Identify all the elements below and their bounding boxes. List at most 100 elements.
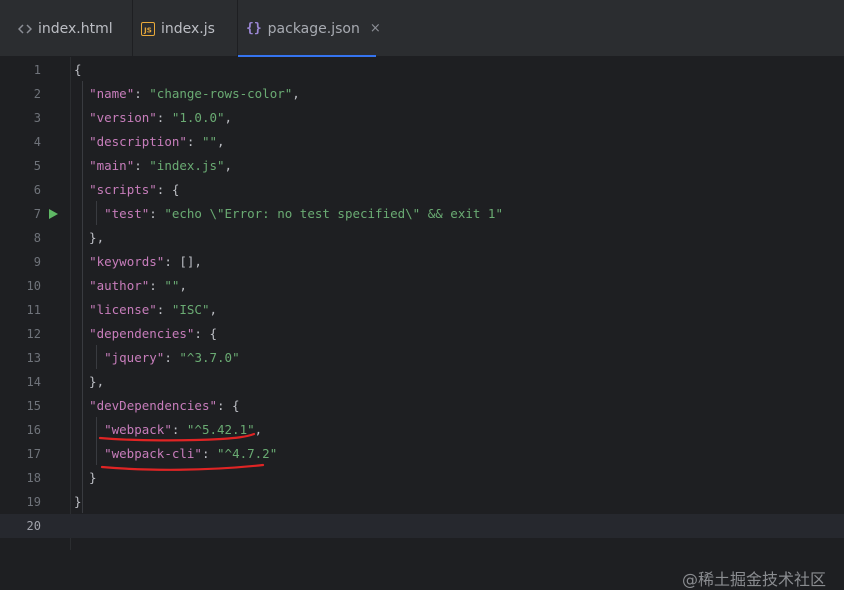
code-line[interactable]: 11 "license": "ISC",	[0, 298, 844, 322]
punctuation	[74, 206, 104, 221]
json-string: "ISC"	[171, 302, 210, 317]
line-number: 18	[26, 471, 41, 485]
json-string: "echo \"Error: no test specified\" && ex…	[164, 206, 503, 221]
punctuation: :	[134, 86, 150, 101]
code-line[interactable]: 7 "test": "echo \"Error: no test specifi…	[0, 202, 844, 226]
json-key: "webpack"	[104, 422, 172, 437]
punctuation: :	[186, 134, 202, 149]
punctuation: },	[74, 230, 105, 245]
code-line[interactable]: 9 "keywords": [],	[0, 250, 844, 274]
line-number: 9	[33, 255, 41, 269]
json-key: "scripts"	[89, 182, 157, 197]
code-line[interactable]: 20	[0, 514, 844, 538]
line-number: 11	[26, 303, 41, 317]
code-line[interactable]: 14 },	[0, 370, 844, 394]
watermark: @稀土掘金技术社区	[681, 570, 826, 589]
indent-guide	[96, 345, 97, 369]
punctuation: :	[156, 110, 172, 125]
line-number: 17	[26, 447, 41, 461]
code-line[interactable]: 4 "description": "",	[0, 130, 844, 154]
code-text: },	[74, 370, 104, 394]
tab-package-json[interactable]: {} package.json ×	[238, 0, 381, 57]
json-string: "^3.7.0"	[179, 350, 240, 365]
punctuation: ,	[292, 86, 300, 101]
json-key: "dependencies"	[89, 326, 195, 341]
punctuation: },	[74, 374, 105, 389]
tab-index-js[interactable]: JS index.js	[141, 0, 237, 57]
json-key: "jquery"	[104, 350, 165, 365]
json-key: "name"	[89, 86, 135, 101]
code-line[interactable]: 1{	[0, 58, 844, 82]
code-line[interactable]: 2 "name": "change-rows-color",	[0, 82, 844, 106]
run-script-icon[interactable]	[49, 209, 58, 219]
code-text: "keywords": [],	[74, 250, 202, 274]
code-line[interactable]: 16 "webpack": "^5.42.1",	[0, 418, 844, 442]
json-string: ""	[164, 278, 180, 293]
json-key: "devDependencies"	[89, 398, 217, 413]
code-text: "test": "echo \"Error: no test specified…	[74, 202, 503, 226]
json-key: "version"	[89, 110, 157, 125]
json-key: "author"	[89, 278, 150, 293]
line-number: 20	[26, 519, 41, 533]
code-text: "scripts": {	[74, 178, 179, 202]
punctuation: }	[74, 494, 82, 509]
punctuation	[74, 446, 104, 461]
line-number: 4	[33, 135, 41, 149]
code-line[interactable]: 18 }	[0, 466, 844, 490]
punctuation: }	[74, 470, 97, 485]
code-text: {	[74, 58, 82, 82]
json-key: "description"	[89, 134, 187, 149]
punctuation: ,	[217, 134, 225, 149]
line-number: 3	[33, 111, 41, 125]
code-text: "license": "ISC",	[74, 298, 217, 322]
js-file-icon: JS	[141, 21, 155, 36]
punctuation: :	[171, 422, 187, 437]
line-number: 8	[33, 231, 41, 245]
punctuation: :	[156, 302, 172, 317]
json-string: "^5.42.1"	[186, 422, 255, 437]
code-text: "name": "change-rows-color",	[74, 82, 300, 106]
json-string: "change-rows-color"	[149, 86, 293, 101]
code-line[interactable]: 12 "dependencies": {	[0, 322, 844, 346]
json-key: "test"	[104, 206, 150, 221]
code-text: "jquery": "^3.7.0"	[74, 346, 240, 370]
code-icon	[18, 23, 32, 35]
code-text: "dependencies": {	[74, 322, 217, 346]
code-line[interactable]: 19}	[0, 490, 844, 514]
code-line[interactable]: 17 "webpack-cli": "^4.7.2"	[0, 442, 844, 466]
punctuation	[74, 350, 104, 365]
code-line[interactable]: 6 "scripts": {	[0, 178, 844, 202]
indent-guide	[96, 417, 97, 465]
code-line[interactable]: 8 },	[0, 226, 844, 250]
close-tab-icon[interactable]: ×	[370, 21, 381, 36]
code-line[interactable]: 15 "devDependencies": {	[0, 394, 844, 418]
punctuation: :	[149, 206, 165, 221]
tab-label: index.html	[38, 20, 113, 37]
tab-index-html[interactable]: index.html	[18, 0, 138, 57]
json-key: "main"	[89, 158, 135, 173]
code-line[interactable]: 5 "main": "index.js",	[0, 154, 844, 178]
line-number: 5	[33, 159, 41, 173]
line-number: 6	[33, 183, 41, 197]
editor-tab-bar: index.html JS index.js {} package.json ×	[0, 0, 844, 57]
line-number: 15	[26, 399, 41, 413]
tab-divider	[132, 0, 133, 57]
code-line[interactable]: 13 "jquery": "^3.7.0"	[0, 346, 844, 370]
json-key: "license"	[89, 302, 157, 317]
json-key: "webpack-cli"	[104, 446, 202, 461]
code-text: }	[74, 490, 82, 514]
indent-guide	[82, 81, 83, 513]
code-line[interactable]: 3 "version": "1.0.0",	[0, 106, 844, 130]
punctuation: {	[74, 62, 82, 77]
code-text: "webpack": "^5.42.1",	[74, 418, 262, 442]
json-string: "1.0.0"	[171, 110, 225, 125]
json-string: ""	[201, 134, 218, 149]
code-text: "webpack-cli": "^4.7.2"	[74, 442, 277, 466]
punctuation: ,	[224, 110, 233, 125]
code-editor[interactable]: 1{2 "name": "change-rows-color", 3 "versi…	[0, 57, 844, 589]
line-number: 1	[33, 63, 41, 77]
punctuation: ,	[179, 278, 187, 293]
code-text: }	[74, 466, 97, 490]
code-line[interactable]: 10 "author": "",	[0, 274, 844, 298]
line-number: 2	[33, 87, 41, 101]
